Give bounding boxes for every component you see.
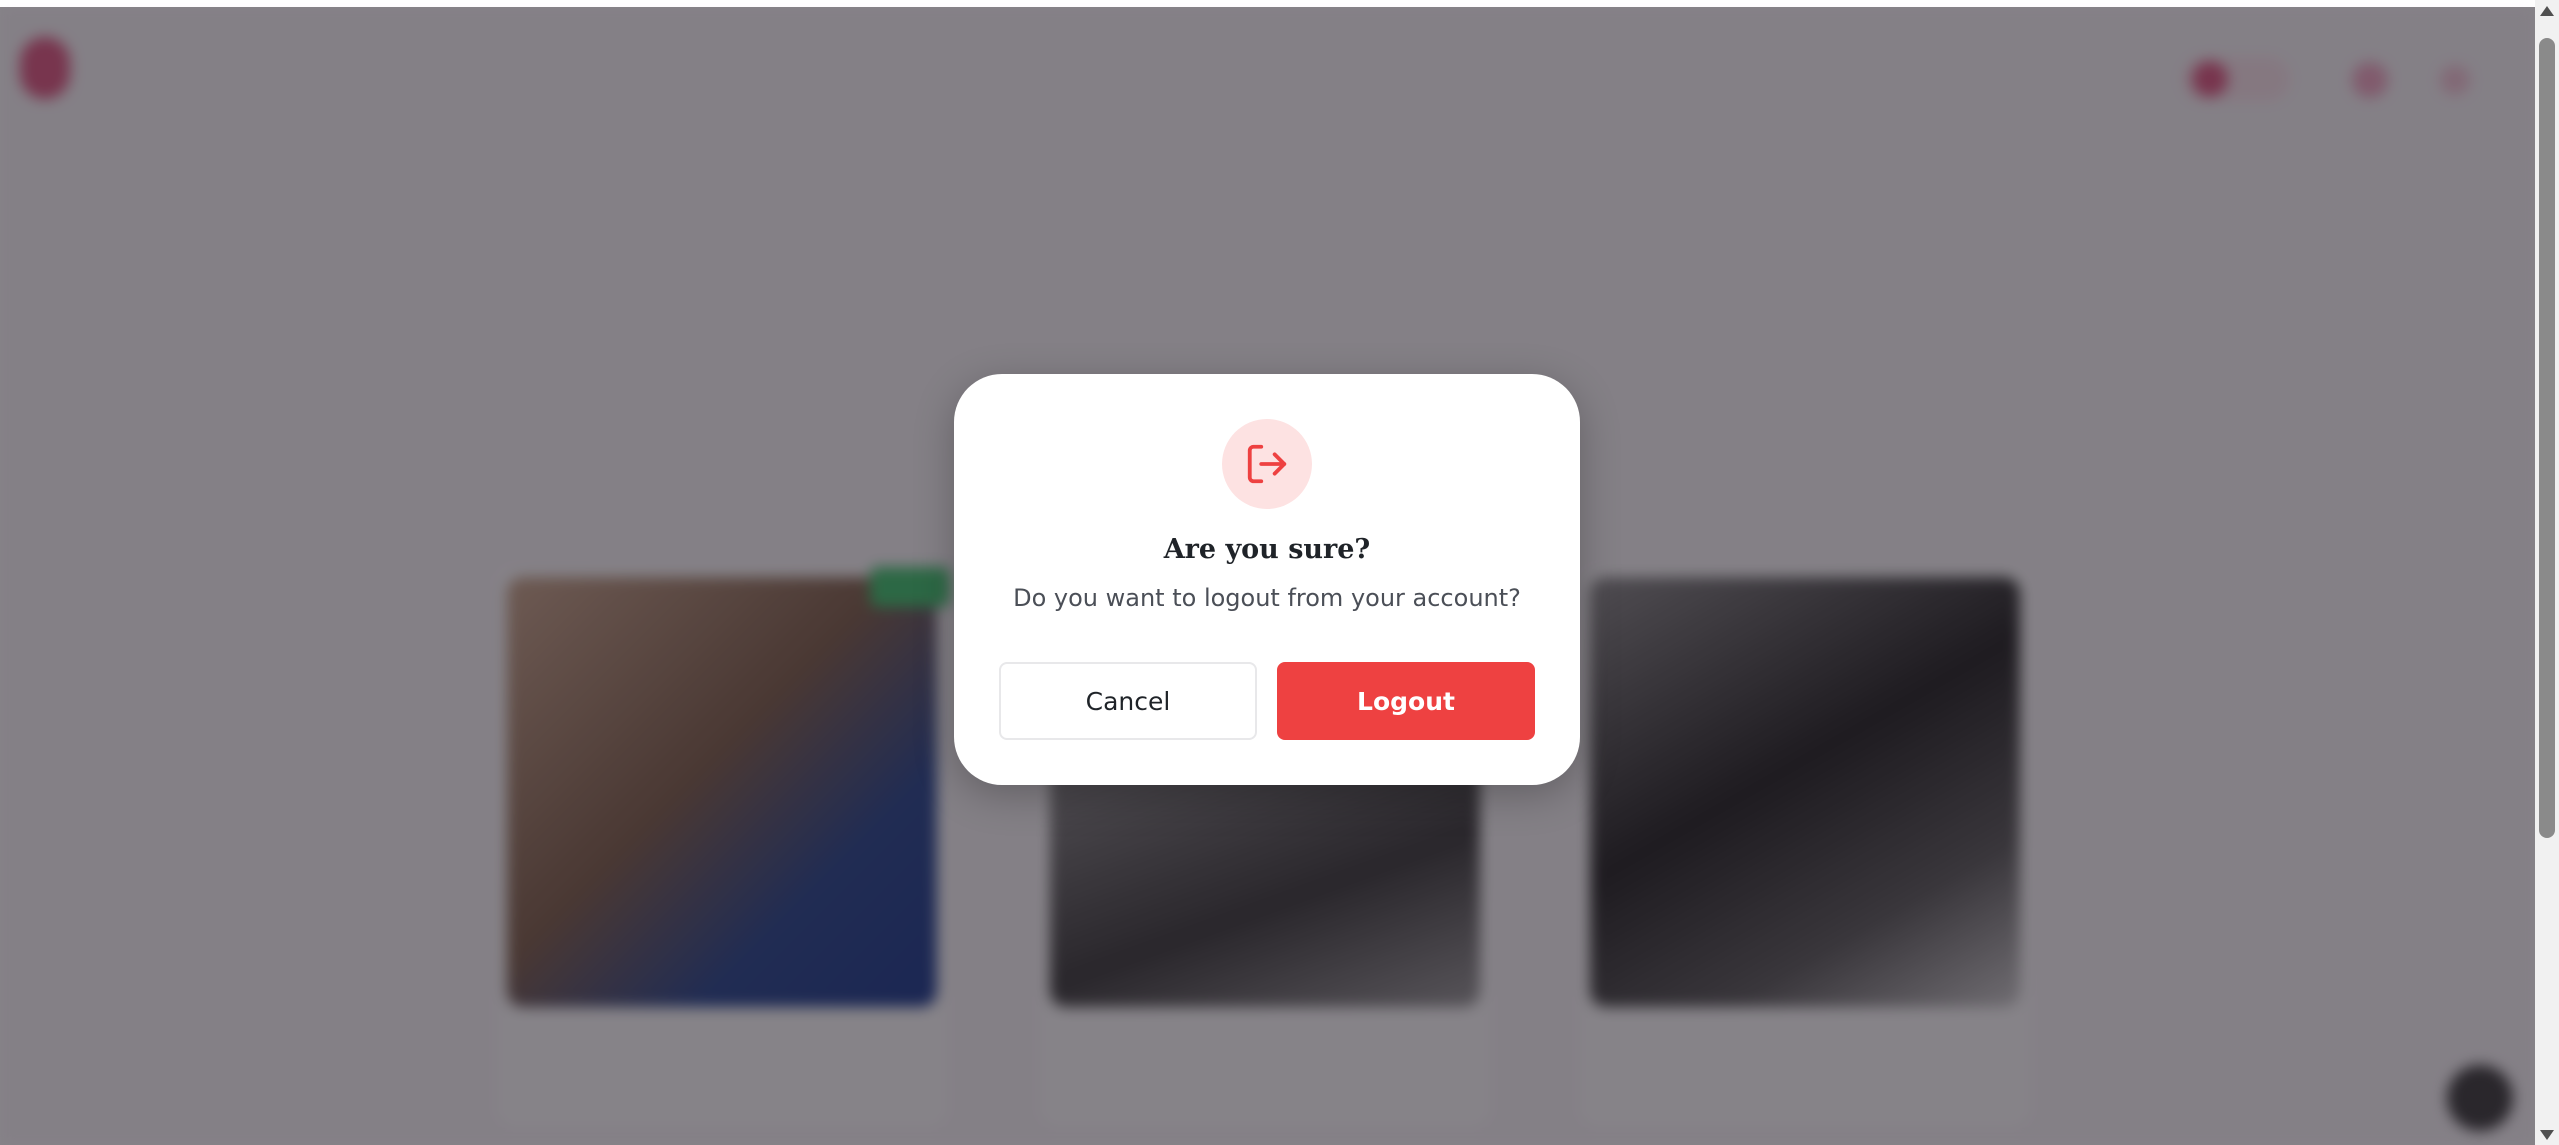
logout-confirm-dialog: Are you sure? Do you want to logout from…	[954, 374, 1580, 785]
dialog-message: Do you want to logout from your account?	[1013, 584, 1521, 612]
logout-button[interactable]: Logout	[1277, 662, 1535, 740]
scrollbar-thumb[interactable]	[2539, 38, 2555, 838]
scroll-down-arrow-icon[interactable]	[2540, 1130, 2554, 1140]
logout-icon-circle	[1222, 419, 1312, 509]
cancel-button[interactable]: Cancel	[999, 662, 1257, 740]
top-strip	[0, 0, 2535, 7]
dialog-title: Are you sure?	[1163, 534, 1371, 565]
logout-icon	[1247, 444, 1287, 484]
scroll-up-arrow-icon[interactable]	[2540, 6, 2554, 16]
